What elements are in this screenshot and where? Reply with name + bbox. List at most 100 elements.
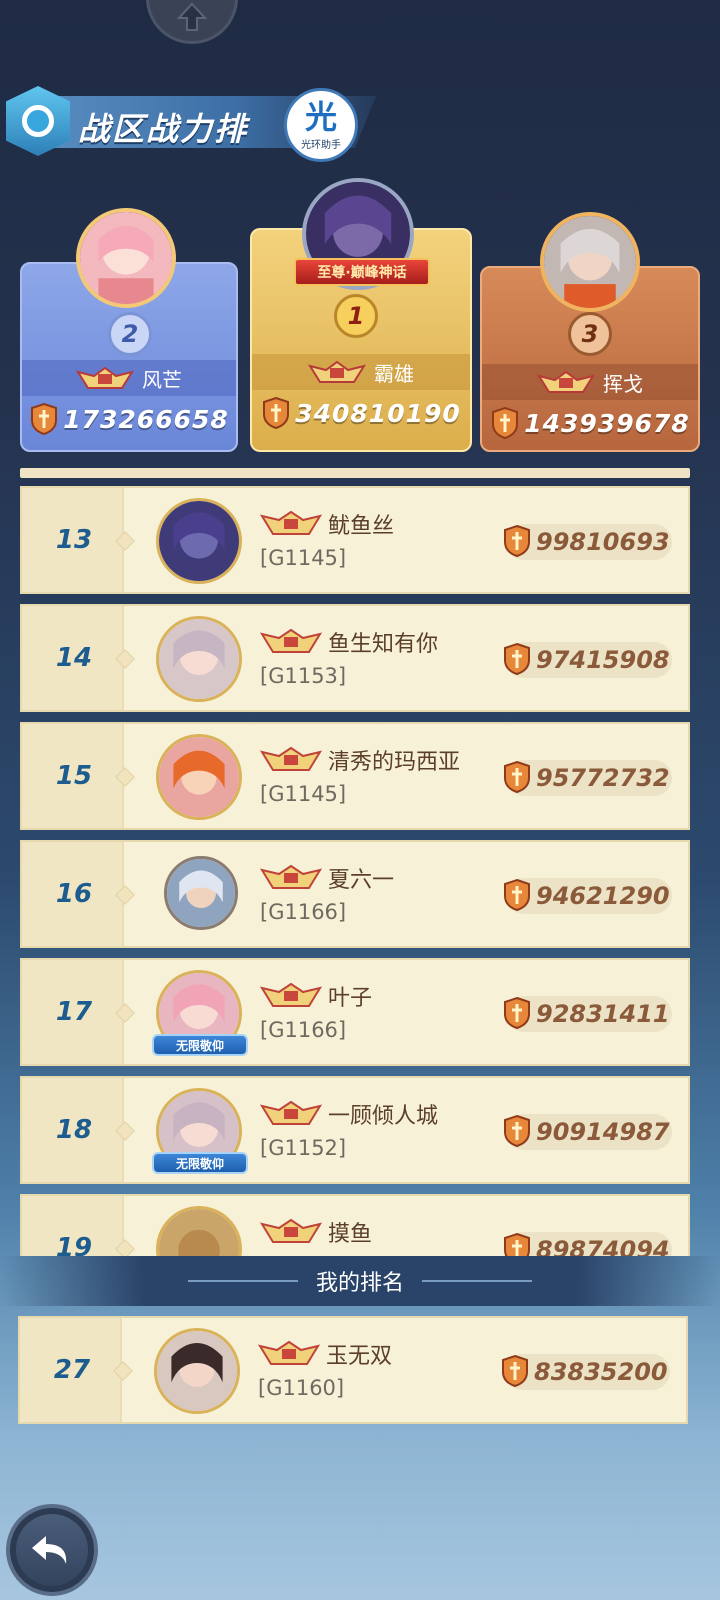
- back-button[interactable]: [6, 1504, 98, 1596]
- power-value: 95772732: [536, 764, 670, 792]
- rank-number: 15: [55, 761, 93, 791]
- rank-number: 18: [55, 1115, 93, 1145]
- power-shield-icon: [504, 760, 530, 794]
- rank-emblem-icon: [76, 366, 134, 389]
- podium-name-bar: 风芒: [22, 360, 236, 396]
- rank-emblem-icon: [308, 360, 366, 383]
- rank-emblem-icon: [258, 1340, 320, 1365]
- avatar[interactable]: [154, 1328, 240, 1414]
- avatar[interactable]: [156, 616, 242, 702]
- avatar[interactable]: [156, 1206, 242, 1256]
- worship-tag: 无限敬仰: [152, 1034, 248, 1056]
- rank-medal-2: 2: [108, 312, 152, 356]
- avatar: [76, 208, 176, 308]
- power-shield-icon: [504, 524, 530, 558]
- podium-power: 143939678: [482, 406, 698, 440]
- power-shield-icon: [504, 1114, 530, 1148]
- rank-emblem-icon: [260, 1100, 322, 1125]
- podium-name-bar: 挥戈: [482, 364, 698, 400]
- power-shield-icon: [504, 642, 530, 676]
- player-name: 玉无双: [326, 1344, 393, 1369]
- table-row[interactable]: 18 无限敬仰 一顾倾人城 [G1152] 90914987: [20, 1076, 690, 1184]
- worship-tag: 无限敬仰: [152, 1152, 248, 1174]
- table-row[interactable]: 19 摸鱼 89874094: [20, 1194, 690, 1256]
- rank-medal-1: 1: [334, 294, 378, 338]
- avatar: [540, 212, 640, 312]
- power-shield-icon: [504, 1232, 530, 1256]
- table-row[interactable]: 13 鱿鱼丝 [G1145] 99810693: [20, 486, 690, 594]
- player-name: 鱼生知有你: [328, 632, 439, 657]
- avatar[interactable]: [164, 856, 238, 930]
- arrow-up-icon: [176, 2, 208, 31]
- player-name: 一顾倾人城: [328, 1104, 439, 1129]
- scroll-up-button[interactable]: [146, 0, 238, 44]
- table-row[interactable]: 17 无限敬仰 叶子 [G1166] 92831411: [20, 958, 690, 1066]
- title-banner: 战区战力排 光 光环助手: [0, 84, 380, 162]
- back-arrow-icon: [32, 1536, 67, 1564]
- my-rank-row[interactable]: 27 玉无双 [G1160] 83835200: [18, 1316, 688, 1424]
- podium-power-value: 143939678: [524, 408, 690, 438]
- avatar[interactable]: [156, 734, 242, 820]
- player-name: 叶子: [328, 986, 373, 1011]
- power-value: 92831411: [536, 1000, 670, 1028]
- table-row[interactable]: 16 夏六一 [G1166] 94621290: [20, 840, 690, 948]
- my-rank-header: 我的排名: [0, 1256, 720, 1306]
- podium-card-rank-2[interactable]: 2 风芒 173266658: [20, 208, 238, 452]
- rank-emblem-icon: [260, 1218, 322, 1243]
- avatar[interactable]: [156, 498, 242, 584]
- rank-number: 16: [55, 879, 93, 909]
- podium-power: 173266658: [22, 402, 236, 436]
- rank-number: 14: [55, 643, 93, 673]
- power-shield-icon: [31, 402, 58, 436]
- podium-card-rank-1[interactable]: 至尊·巅峰神话 1 霸雄 340810190: [250, 178, 472, 452]
- rank-number: 13: [55, 525, 93, 555]
- page-title: 战区战力排: [78, 110, 249, 148]
- podium-player-name: 风芒: [142, 367, 182, 392]
- rank-number: 17: [55, 997, 93, 1027]
- rank-medal-3: 3: [568, 312, 612, 356]
- power-shield-icon: [492, 406, 519, 440]
- my-rank-label: 我的排名: [315, 1271, 404, 1296]
- player-name: 摸鱼: [328, 1222, 373, 1247]
- podium-name-bar: 霸雄: [252, 354, 470, 390]
- rank-emblem-icon: [537, 370, 595, 393]
- player-name: 夏六一: [328, 868, 395, 893]
- power-shield-icon: [263, 396, 290, 430]
- power-value: 90914987: [536, 1118, 670, 1146]
- podium-card-rank-3[interactable]: 3 挥戈 143939678: [480, 212, 700, 452]
- podium-power: 340810190: [252, 396, 470, 430]
- rank-emblem-icon: [260, 510, 322, 535]
- rank-number: 27: [53, 1355, 91, 1385]
- server-id: [G1153]: [260, 664, 347, 688]
- rank-emblem-icon: [260, 982, 322, 1007]
- ranking-list[interactable]: 13 鱿鱼丝 [G1145] 99810693 14 鱼生知有你 [G1153]…: [20, 486, 690, 1256]
- player-name: 清秀的玛西亚: [328, 750, 461, 775]
- server-id: [G1152]: [260, 1136, 347, 1160]
- power-value: 94621290: [536, 882, 670, 910]
- table-row[interactable]: 14 鱼生知有你 [G1153] 97415908: [20, 604, 690, 712]
- server-id: [G1145]: [260, 546, 347, 570]
- mythic-title-tag: 至尊·巅峰神话: [294, 258, 430, 286]
- rank-emblem-icon: [260, 628, 322, 653]
- power-value: 83835200: [534, 1358, 668, 1386]
- rank-number: 19: [55, 1233, 93, 1256]
- podium-player-name: 挥戈: [603, 371, 643, 396]
- podium-power-value: 340810190: [295, 398, 461, 428]
- podium-player-name: 霸雄: [374, 361, 414, 386]
- server-id: [G1166]: [260, 1018, 347, 1042]
- list-top-divider: [20, 468, 690, 478]
- server-id: [G1166]: [260, 900, 347, 924]
- player-name: 鱿鱼丝: [328, 514, 395, 539]
- power-shield-icon: [504, 996, 530, 1030]
- guanghuan-assistant-badge[interactable]: 光 光环助手: [284, 88, 358, 162]
- server-id: [G1145]: [260, 782, 347, 806]
- rank-emblem-icon: [260, 746, 322, 771]
- badge-char: 光: [304, 97, 337, 136]
- rank-emblem-icon: [260, 864, 322, 889]
- badge-sub: 光环助手: [301, 139, 341, 151]
- power-value: 99810693: [536, 528, 670, 556]
- table-row[interactable]: 15 清秀的玛西亚 [G1145] 95772732: [20, 722, 690, 830]
- podium-power-value: 173266658: [63, 404, 229, 434]
- power-value: 89874094: [536, 1236, 670, 1256]
- server-id: [G1160]: [258, 1376, 345, 1400]
